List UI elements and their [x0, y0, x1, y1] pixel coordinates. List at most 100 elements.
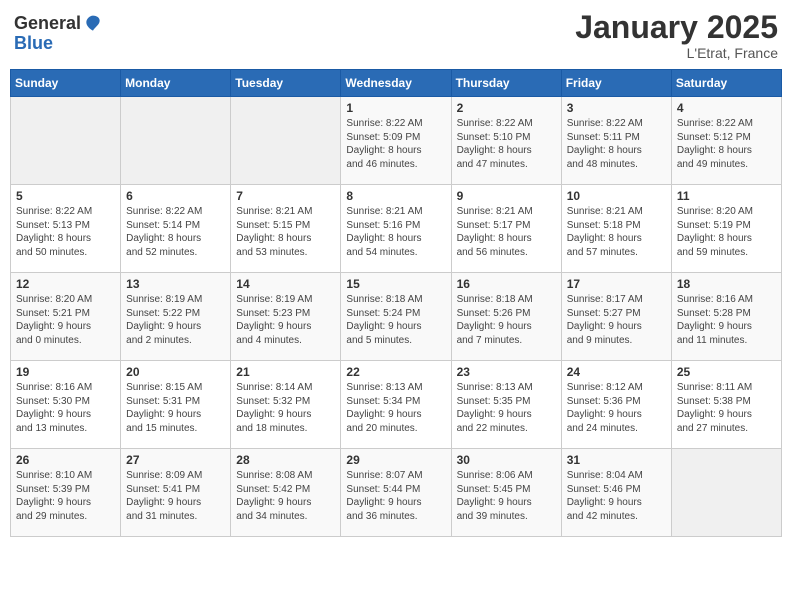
- day-info: Sunrise: 8:20 AM Sunset: 5:19 PM Dayligh…: [677, 205, 776, 259]
- day-info: Sunrise: 8:13 AM Sunset: 5:35 PM Dayligh…: [457, 381, 556, 435]
- calendar-cell: 22 Sunrise: 8:13 AM Sunset: 5:34 PM Dayli…: [341, 361, 451, 449]
- calendar-cell: 15 Sunrise: 8:18 AM Sunset: 5:24 PM Dayli…: [341, 273, 451, 361]
- calendar-cell: 24 Sunrise: 8:12 AM Sunset: 5:36 PM Dayli…: [561, 361, 671, 449]
- location-text: L'Etrat, France: [575, 45, 778, 61]
- col-header-saturday: Saturday: [671, 70, 781, 97]
- day-info: Sunrise: 8:21 AM Sunset: 5:15 PM Dayligh…: [236, 205, 335, 259]
- day-info: Sunrise: 8:17 AM Sunset: 5:27 PM Dayligh…: [567, 293, 666, 347]
- day-number: 9: [457, 189, 556, 203]
- day-number: 18: [677, 277, 776, 291]
- col-header-monday: Monday: [121, 70, 231, 97]
- calendar-cell: 4 Sunrise: 8:22 AM Sunset: 5:12 PM Daylig…: [671, 97, 781, 185]
- day-info: Sunrise: 8:21 AM Sunset: 5:16 PM Dayligh…: [346, 205, 445, 259]
- day-info: Sunrise: 8:22 AM Sunset: 5:11 PM Dayligh…: [567, 117, 666, 171]
- day-number: 6: [126, 189, 225, 203]
- col-header-sunday: Sunday: [11, 70, 121, 97]
- day-number: 27: [126, 453, 225, 467]
- calendar-cell: 21 Sunrise: 8:14 AM Sunset: 5:32 PM Dayli…: [231, 361, 341, 449]
- calendar-cell: 11 Sunrise: 8:20 AM Sunset: 5:19 PM Dayli…: [671, 185, 781, 273]
- calendar-cell: 20 Sunrise: 8:15 AM Sunset: 5:31 PM Dayli…: [121, 361, 231, 449]
- day-info: Sunrise: 8:22 AM Sunset: 5:14 PM Dayligh…: [126, 205, 225, 259]
- calendar-cell: 23 Sunrise: 8:13 AM Sunset: 5:35 PM Dayli…: [451, 361, 561, 449]
- day-info: Sunrise: 8:22 AM Sunset: 5:12 PM Dayligh…: [677, 117, 776, 171]
- calendar-cell: 18 Sunrise: 8:16 AM Sunset: 5:28 PM Dayli…: [671, 273, 781, 361]
- day-info: Sunrise: 8:19 AM Sunset: 5:22 PM Dayligh…: [126, 293, 225, 347]
- calendar-cell: 12Sunrise: 8:20 AM Sunset: 5:21 PM Dayli…: [11, 273, 121, 361]
- day-info: Sunrise: 8:18 AM Sunset: 5:24 PM Dayligh…: [346, 293, 445, 347]
- day-info: Sunrise: 8:16 AM Sunset: 5:30 PM Dayligh…: [16, 381, 115, 435]
- calendar-cell: 14 Sunrise: 8:19 AM Sunset: 5:23 PM Dayli…: [231, 273, 341, 361]
- calendar-cell: 1Sunrise: 8:22 AM Sunset: 5:09 PM Daylig…: [341, 97, 451, 185]
- day-info: Sunrise: 8:20 AM Sunset: 5:21 PM Dayligh…: [16, 293, 115, 347]
- day-info: Sunrise: 8:13 AM Sunset: 5:34 PM Dayligh…: [346, 381, 445, 435]
- calendar-cell: [11, 97, 121, 185]
- calendar-table: SundayMondayTuesdayWednesdayThursdayFrid…: [10, 69, 782, 537]
- calendar-cell: 6 Sunrise: 8:22 AM Sunset: 5:14 PM Daylig…: [121, 185, 231, 273]
- calendar-cell: [671, 449, 781, 537]
- day-info: Sunrise: 8:22 AM Sunset: 5:10 PM Dayligh…: [457, 117, 556, 171]
- day-number: 10: [567, 189, 666, 203]
- calendar-cell: 29 Sunrise: 8:07 AM Sunset: 5:44 PM Dayli…: [341, 449, 451, 537]
- day-number: 20: [126, 365, 225, 379]
- day-info: Sunrise: 8:21 AM Sunset: 5:18 PM Dayligh…: [567, 205, 666, 259]
- day-number: 19: [16, 365, 115, 379]
- logo: General Blue: [14, 14, 103, 54]
- day-number: 14: [236, 277, 335, 291]
- day-number: 16: [457, 277, 556, 291]
- calendar-cell: 19 Sunrise: 8:16 AM Sunset: 5:30 PM Dayli…: [11, 361, 121, 449]
- day-info: Sunrise: 8:19 AM Sunset: 5:23 PM Dayligh…: [236, 293, 335, 347]
- day-info: Sunrise: 8:22 AM Sunset: 5:13 PM Dayligh…: [16, 205, 115, 259]
- day-number: 24: [567, 365, 666, 379]
- logo-blue-text: Blue: [14, 33, 53, 53]
- day-info: Sunrise: 8:15 AM Sunset: 5:31 PM Dayligh…: [126, 381, 225, 435]
- calendar-cell: 5 Sunrise: 8:22 AM Sunset: 5:13 PM Daylig…: [11, 185, 121, 273]
- logo-icon: [83, 14, 103, 34]
- calendar-cell: 28Sunrise: 8:08 AM Sunset: 5:42 PM Dayli…: [231, 449, 341, 537]
- day-number: 29: [346, 453, 445, 467]
- calendar-cell: 13 Sunrise: 8:19 AM Sunset: 5:22 PM Dayli…: [121, 273, 231, 361]
- day-number: 21: [236, 365, 335, 379]
- day-number: 4: [677, 101, 776, 115]
- col-header-friday: Friday: [561, 70, 671, 97]
- day-number: 23: [457, 365, 556, 379]
- day-info: Sunrise: 8:12 AM Sunset: 5:36 PM Dayligh…: [567, 381, 666, 435]
- calendar-cell: [121, 97, 231, 185]
- calendar-cell: 8 Sunrise: 8:21 AM Sunset: 5:16 PM Daylig…: [341, 185, 451, 273]
- calendar-cell: [231, 97, 341, 185]
- day-info: Sunrise: 8:09 AM Sunset: 5:41 PM Dayligh…: [126, 469, 225, 523]
- day-info: Sunrise: 8:10 AM Sunset: 5:39 PM Dayligh…: [16, 469, 115, 523]
- day-number: 11: [677, 189, 776, 203]
- day-info: Sunrise: 8:11 AM Sunset: 5:38 PM Dayligh…: [677, 381, 776, 435]
- calendar-cell: 2 Sunrise: 8:22 AM Sunset: 5:10 PM Daylig…: [451, 97, 561, 185]
- day-info: Sunrise: 8:22 AM Sunset: 5:09 PM Dayligh…: [346, 117, 445, 171]
- day-info: Sunrise: 8:08 AM Sunset: 5:42 PM Dayligh…: [236, 469, 335, 523]
- calendar-cell: 27 Sunrise: 8:09 AM Sunset: 5:41 PM Dayli…: [121, 449, 231, 537]
- day-info: Sunrise: 8:04 AM Sunset: 5:46 PM Dayligh…: [567, 469, 666, 523]
- calendar-cell: 30Sunrise: 8:06 AM Sunset: 5:45 PM Dayli…: [451, 449, 561, 537]
- day-number: 30: [457, 453, 556, 467]
- col-header-wednesday: Wednesday: [341, 70, 451, 97]
- logo-general-text: General: [14, 14, 81, 34]
- day-number: 3: [567, 101, 666, 115]
- day-number: 8: [346, 189, 445, 203]
- day-number: 15: [346, 277, 445, 291]
- day-info: Sunrise: 8:14 AM Sunset: 5:32 PM Dayligh…: [236, 381, 335, 435]
- calendar-cell: 26Sunrise: 8:10 AM Sunset: 5:39 PM Dayli…: [11, 449, 121, 537]
- calendar-cell: 31 Sunrise: 8:04 AM Sunset: 5:46 PM Dayli…: [561, 449, 671, 537]
- calendar-cell: 3 Sunrise: 8:22 AM Sunset: 5:11 PM Daylig…: [561, 97, 671, 185]
- day-number: 5: [16, 189, 115, 203]
- day-number: 22: [346, 365, 445, 379]
- calendar-cell: 25Sunrise: 8:11 AM Sunset: 5:38 PM Dayli…: [671, 361, 781, 449]
- day-info: Sunrise: 8:07 AM Sunset: 5:44 PM Dayligh…: [346, 469, 445, 523]
- day-number: 13: [126, 277, 225, 291]
- day-number: 31: [567, 453, 666, 467]
- day-info: Sunrise: 8:16 AM Sunset: 5:28 PM Dayligh…: [677, 293, 776, 347]
- day-number: 2: [457, 101, 556, 115]
- col-header-tuesday: Tuesday: [231, 70, 341, 97]
- month-title: January 2025: [575, 10, 778, 45]
- page-header: General Blue January 2025 L'Etrat, Franc…: [10, 10, 782, 61]
- day-number: 7: [236, 189, 335, 203]
- calendar-cell: 17Sunrise: 8:17 AM Sunset: 5:27 PM Dayli…: [561, 273, 671, 361]
- day-info: Sunrise: 8:21 AM Sunset: 5:17 PM Dayligh…: [457, 205, 556, 259]
- calendar-cell: 10 Sunrise: 8:21 AM Sunset: 5:18 PM Dayli…: [561, 185, 671, 273]
